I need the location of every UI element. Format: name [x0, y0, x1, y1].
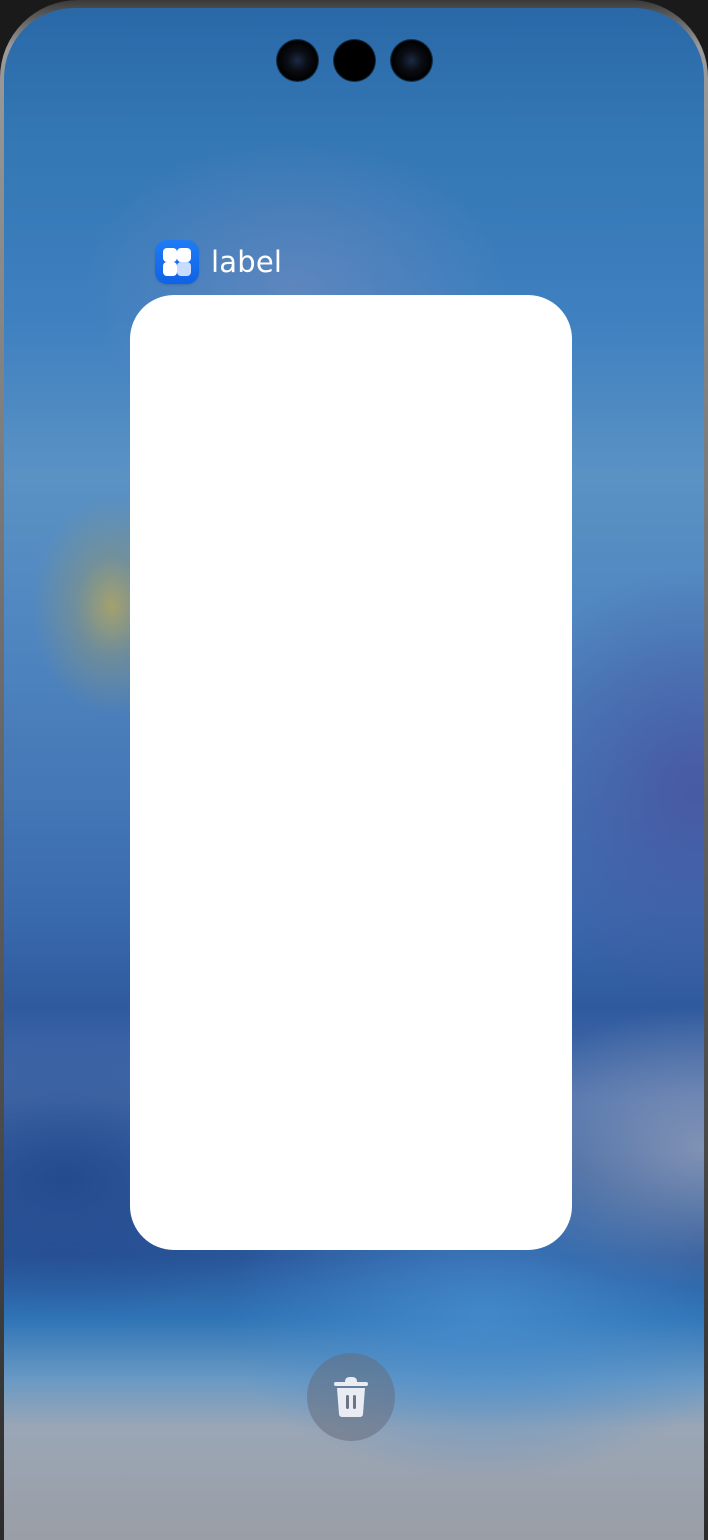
trash-icon	[334, 1377, 368, 1417]
phone-device: label	[0, 0, 708, 1540]
clear-recents-button[interactable]	[307, 1353, 395, 1441]
camera-cutout	[277, 40, 432, 82]
app-label: label	[211, 245, 283, 279]
camera-lens-icon	[391, 40, 432, 81]
app-grid-icon[interactable]	[155, 240, 199, 284]
recent-app-header[interactable]: label	[155, 240, 282, 284]
camera-lens-icon	[277, 40, 318, 81]
recent-app-card[interactable]	[130, 295, 572, 1250]
camera-lens-icon	[334, 40, 375, 81]
